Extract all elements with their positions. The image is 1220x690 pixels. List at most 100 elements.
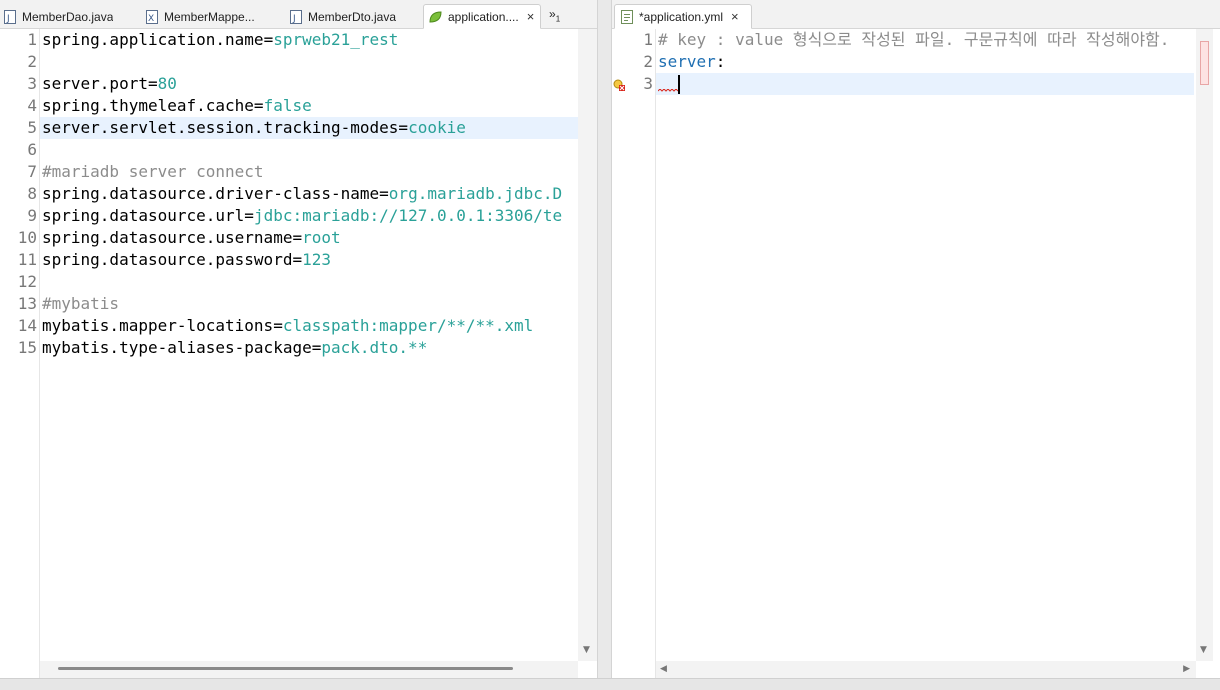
code-line: spring.datasource.driver-class-name=org.… [42, 183, 562, 205]
java-file-icon: J [290, 9, 302, 24]
code-line: spring.datasource.password=123 [42, 249, 331, 271]
line-number: 9 [27, 206, 37, 225]
horizontal-scrollbar[interactable] [40, 661, 578, 678]
line-number-gutter: 1 2 3 4 5 6 7 8 9 10 11 12 13 14 15 [0, 29, 40, 678]
line-number: 7 [27, 162, 37, 181]
property-value: cookie [408, 118, 466, 137]
vertical-scrollbar[interactable]: ▼ [1196, 29, 1213, 661]
line-number: 3 [27, 74, 37, 93]
xml-file-icon: X [146, 9, 158, 24]
property-value: org.mariadb.jdbc.D [388, 184, 563, 203]
properties-text-editor[interactable]: 1 2 3 4 5 6 7 8 9 10 11 12 13 14 15 spring.application… [0, 29, 597, 678]
property-key: mybatis.type-aliases-package [42, 338, 312, 357]
equals-sign: = [273, 316, 283, 335]
hidden-tab-count: 1 [555, 14, 561, 24]
scroll-left-arrow-icon[interactable]: ◀ [660, 664, 667, 674]
code-line: server.port=80 [42, 73, 177, 95]
horizontal-scroll-thumb[interactable] [58, 667, 513, 670]
tab-memberdao-java[interactable]: J MemberDao.java [4, 4, 136, 29]
property-key: server.servlet.session.tracking-modes [42, 118, 399, 137]
line-number: 10 [17, 228, 37, 247]
scroll-right-arrow-icon[interactable]: ▶ [1183, 664, 1190, 674]
equals-sign: = [398, 118, 409, 137]
yaml-code-area[interactable]: # key : value 형식으로 작성된 파일. 구문규칙에 따라 작성해야… [658, 29, 1194, 659]
tab-label: MemberDto.java [308, 9, 397, 24]
right-editor-tab-bar: *application.yml × [612, 0, 1220, 29]
property-key: spring.datasource.driver-class-name [42, 184, 380, 203]
chevron-double-right-icon: » [549, 7, 556, 21]
property-value: classpath:mapper/**/**.xml [282, 316, 534, 335]
overview-error-marker[interactable] [1200, 41, 1209, 85]
comment-text: #mybatis [42, 294, 120, 313]
svg-text:J: J [292, 14, 296, 24]
code-line: spring.application.name=sprweb21_rest [42, 29, 398, 51]
line-number: 2 [27, 52, 37, 71]
tab-application-yml[interactable]: *application.yml × [614, 4, 752, 29]
property-value: false [263, 96, 312, 115]
svg-text:X: X [148, 14, 154, 24]
error-squiggle [658, 89, 678, 92]
horizontal-scrollbar[interactable]: ◀ ▶ [656, 661, 1196, 678]
annotation-ruler [612, 29, 626, 678]
property-value: sprweb21_rest [273, 30, 399, 49]
property-value: jdbc:mariadb://127.0.0.1:3306/te [253, 206, 563, 225]
property-key: spring.datasource.url [42, 206, 245, 225]
code-line: server.servlet.session.tracking-modes=co… [42, 117, 466, 139]
property-key: mybatis.mapper-locations [42, 316, 274, 335]
editor-split-divider[interactable] [597, 0, 612, 678]
line-number: 8 [27, 184, 37, 203]
line-number: 3 [643, 74, 653, 93]
code-line: #mybatis [42, 293, 119, 315]
tab-membermapper-xml[interactable]: X MemberMappe... [146, 4, 276, 29]
equals-sign: = [253, 96, 264, 115]
comment-text: # key : value 형식으로 작성된 파일. 구문규칙에 따라 작성해야… [658, 30, 1170, 49]
code-line: spring.datasource.url=jdbc:mariadb://127… [42, 205, 562, 227]
svg-text:J: J [6, 14, 10, 24]
equals-sign: = [379, 184, 389, 203]
property-value: 123 [302, 250, 331, 269]
error-warning-icon[interactable] [613, 77, 626, 96]
yaml-text-editor[interactable]: 1 2 3 # key : value 형식으로 작성된 파일. 구문규칙에 따라 … [612, 29, 1220, 678]
text-caret [678, 75, 680, 94]
vertical-scrollbar[interactable]: ▼ [578, 29, 597, 661]
line-number: 12 [17, 272, 37, 291]
property-value: root [302, 228, 341, 247]
line-number-gutter: 1 2 3 [626, 29, 656, 678]
property-key: spring.datasource.password [42, 250, 293, 269]
tab-label: *application.yml [639, 9, 724, 24]
scroll-down-arrow-icon[interactable]: ▼ [583, 645, 590, 655]
equals-sign: = [292, 228, 303, 247]
code-line: # key : value 형식으로 작성된 파일. 구문규칙에 따라 작성해야… [658, 29, 1169, 51]
property-key: spring.thymeleaf.cache [42, 96, 254, 115]
close-tab-icon[interactable]: × [731, 10, 739, 23]
tab-application-properties[interactable]: application.... × [423, 4, 541, 29]
code-line: #mariadb server connect [42, 161, 264, 183]
tab-label: MemberDao.java [22, 9, 114, 24]
tab-overflow-button[interactable]: »1 [549, 7, 560, 23]
line-number: 11 [17, 250, 37, 269]
line-number: 6 [27, 140, 37, 159]
equals-sign: = [263, 30, 274, 49]
properties-code-area[interactable]: spring.application.name=sprweb21_rest ser… [42, 29, 578, 659]
yaml-file-icon [621, 9, 633, 24]
line-number: 15 [17, 338, 37, 357]
line-number: 5 [27, 118, 37, 137]
yaml-key: server [658, 52, 716, 71]
equals-sign: = [244, 206, 254, 225]
property-key: spring.application.name [42, 30, 264, 49]
left-editor-tab-bar: J MemberDao.java X MemberMappe... J Memb… [0, 0, 597, 29]
spring-leaf-icon [428, 10, 442, 24]
scroll-down-arrow-icon[interactable]: ▼ [1200, 645, 1207, 655]
tab-label: MemberMappe... [164, 9, 255, 24]
close-tab-icon[interactable]: × [527, 10, 535, 23]
code-line: server: [658, 51, 725, 73]
equals-sign: = [311, 338, 322, 357]
comment-text: #mariadb server connect [42, 162, 264, 181]
tab-memberdto-java[interactable]: J MemberDto.java [290, 4, 410, 29]
line-number: 14 [17, 316, 37, 335]
property-key: spring.datasource.username [42, 228, 293, 247]
equals-sign: = [147, 74, 158, 93]
property-value: pack.dto.** [321, 338, 428, 357]
line-number: 2 [643, 52, 653, 71]
line-number: 1 [27, 30, 37, 49]
